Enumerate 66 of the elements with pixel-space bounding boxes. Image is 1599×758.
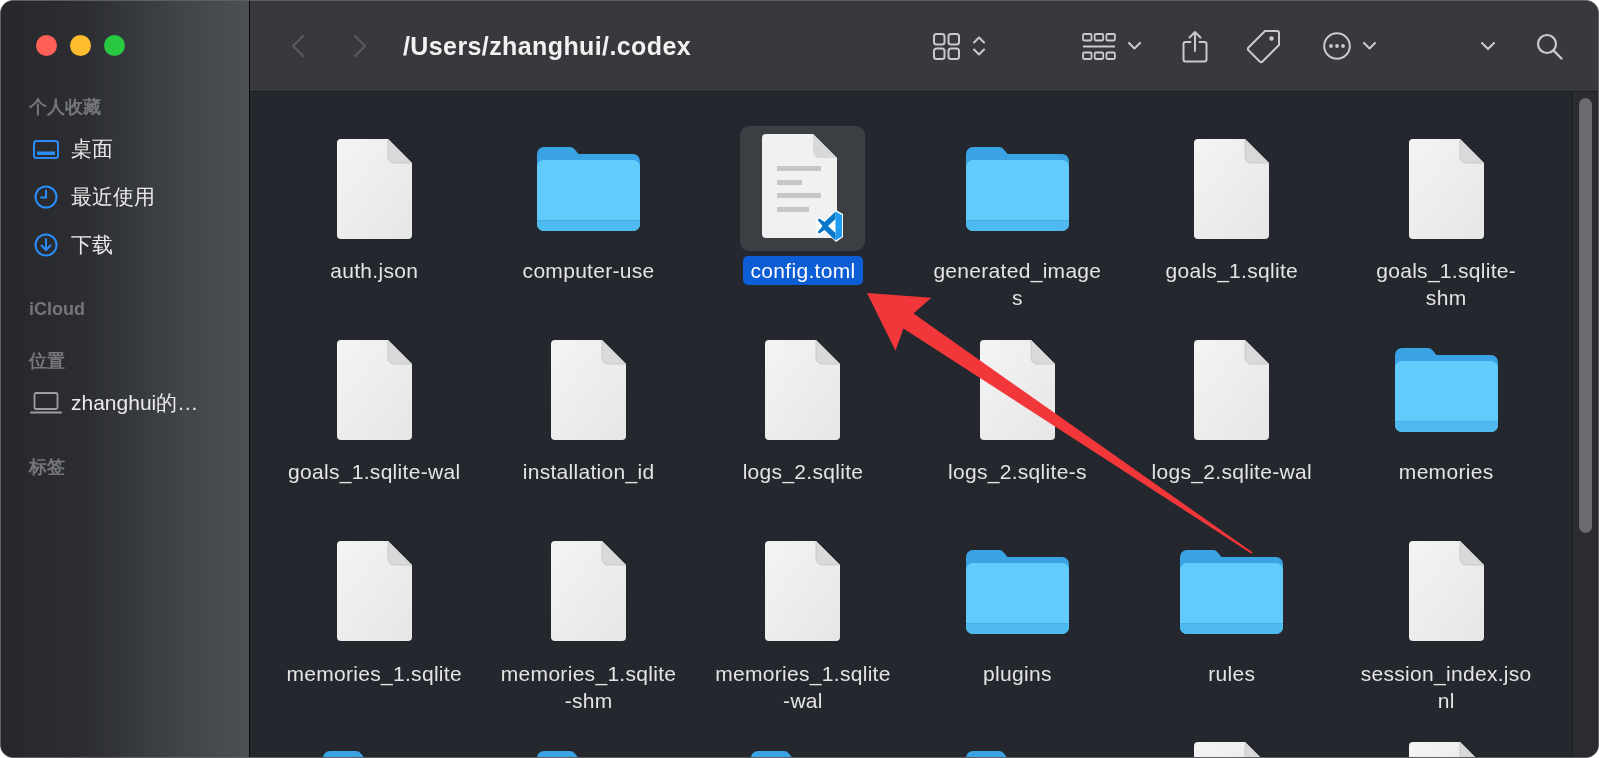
scrollbar-thumb[interactable]: [1579, 98, 1592, 533]
zoom-button[interactable]: [104, 35, 125, 56]
sidebar-section-title: iCloud: [29, 298, 85, 321]
document-icon[interactable]: [551, 541, 627, 642]
caret-icon: [1128, 42, 1141, 50]
more-button[interactable]: [1321, 30, 1378, 62]
laptop-icon: [30, 392, 62, 414]
document-icon[interactable]: [1408, 138, 1484, 239]
file-name[interactable]: generated_image s: [933, 256, 1102, 312]
search-icon[interactable]: [1536, 32, 1563, 60]
file-name[interactable]: memories: [1398, 457, 1494, 487]
document-icon[interactable]: [336, 138, 412, 239]
group-button[interactable]: [1080, 30, 1143, 62]
file-name[interactable]: auth.json: [330, 256, 419, 285]
document-icon[interactable]: [765, 339, 841, 440]
file-name[interactable]: goals_1.sqlite: [1165, 256, 1299, 285]
file-name[interactable]: logs_2.sqlite: [742, 457, 864, 487]
sidebar-item[interactable]: zhanghui的…: [30, 379, 205, 427]
sidebar-item[interactable]: 最近使用: [30, 173, 161, 221]
desktop-icon: [33, 139, 59, 159]
file-name[interactable]: logs_2.sqlite-s: [948, 457, 1087, 487]
clock-icon: [34, 185, 58, 209]
text-document-icon[interactable]: [761, 134, 837, 238]
document-icon[interactable]: [551, 339, 627, 440]
file-name[interactable]: memories_1.sqlite -shm: [500, 658, 677, 715]
rows-grid-icon: [1082, 32, 1116, 60]
caret-icon: [1363, 42, 1376, 50]
document-icon[interactable]: [336, 541, 412, 642]
close-button[interactable]: [36, 35, 57, 56]
grid-icon: [933, 32, 960, 60]
code-editor-badge-icon: [815, 210, 843, 242]
document-icon[interactable]: [336, 339, 412, 440]
file-name[interactable]: rules: [1208, 658, 1256, 688]
folder-icon[interactable]: [965, 548, 1069, 634]
file-name[interactable]: computer-use: [522, 256, 655, 285]
file-name[interactable]: config.toml: [742, 256, 864, 285]
document-icon[interactable]: [1194, 138, 1270, 239]
folder-path-title: /Users/zhanghui/.codex: [403, 31, 692, 61]
file-name[interactable]: installation_id: [522, 457, 655, 487]
up-down-chevron-icon: [973, 35, 985, 57]
document-icon[interactable]: [1194, 339, 1270, 440]
file-name[interactable]: memories_1.sqlite -wal: [715, 658, 891, 715]
view-mode-button[interactable]: [931, 30, 987, 62]
folder-icon[interactable]: [537, 146, 641, 231]
sidebar-section-title: 位置: [29, 350, 65, 373]
document-icon[interactable]: [1408, 541, 1484, 642]
sidebar-item[interactable]: 下载: [30, 221, 119, 269]
caret-icon[interactable]: [1481, 42, 1495, 50]
ellipsis-circle-icon: [1323, 32, 1351, 60]
file-name[interactable]: goals_1.sqlite-wal: [288, 457, 461, 487]
sidebar-section-title: 个人收藏: [29, 96, 101, 119]
sidebar-item[interactable]: 桌面: [30, 125, 119, 173]
folder-icon[interactable]: [1394, 347, 1498, 433]
file-name[interactable]: session_index.jso nl: [1360, 658, 1532, 715]
file-name[interactable]: memories_1.sqlite: [286, 658, 462, 688]
file-name[interactable]: logs_2.sqlite-wal: [1151, 457, 1312, 487]
file-name[interactable]: plugins: [983, 658, 1052, 688]
file-name[interactable]: goals_1.sqlite- shm: [1376, 256, 1517, 312]
sidebar-section-title: 标签: [29, 456, 65, 479]
folder-icon[interactable]: [965, 146, 1069, 231]
folder-icon[interactable]: [1180, 548, 1284, 634]
document-icon[interactable]: [765, 541, 841, 642]
tag-icon[interactable]: [1246, 28, 1281, 64]
share-icon[interactable]: [1182, 29, 1208, 63]
download-icon: [34, 233, 58, 257]
minimize-button[interactable]: [70, 35, 91, 56]
